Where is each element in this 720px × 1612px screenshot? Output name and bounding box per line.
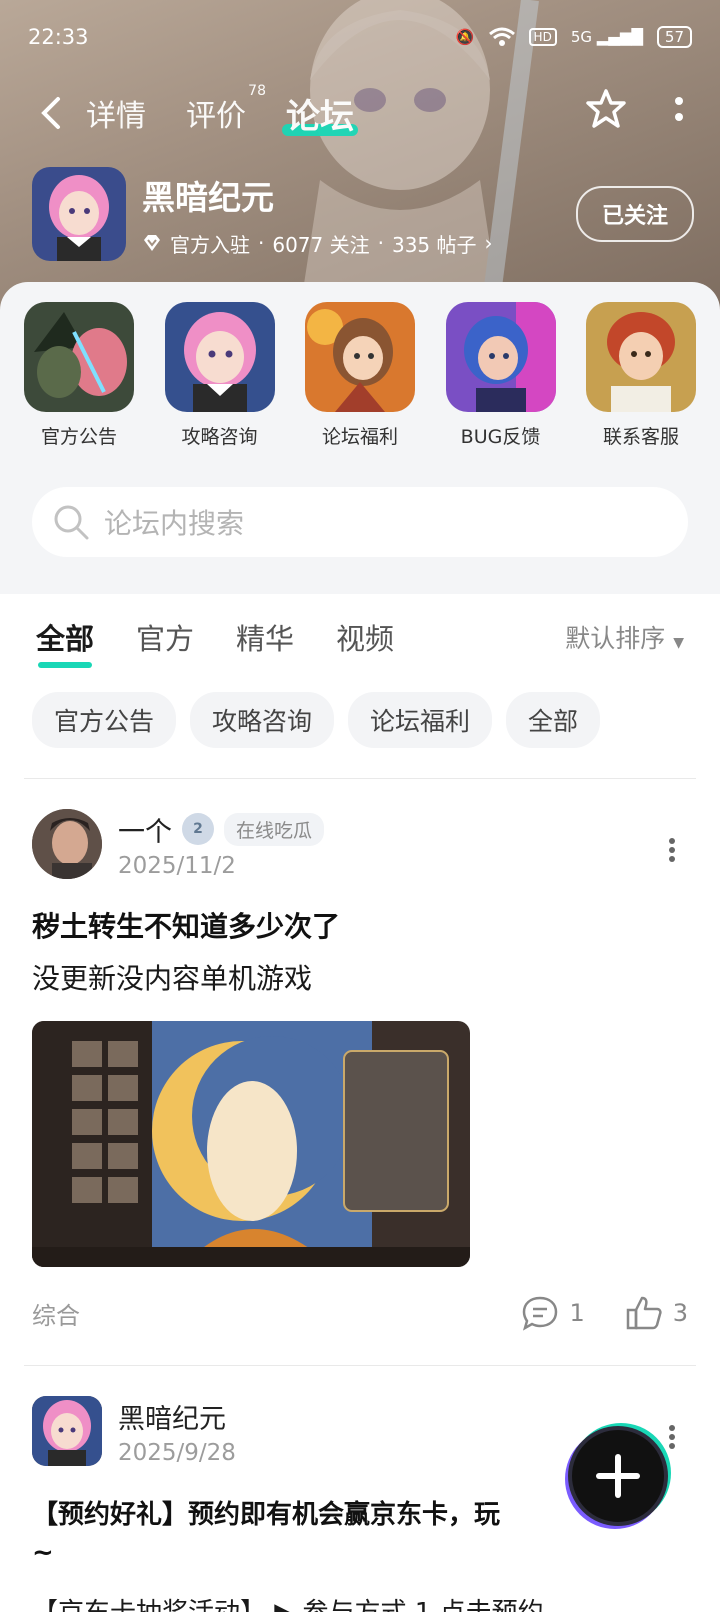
post-author[interactable]: 黑暗纪元 (118, 1397, 226, 1436)
separator-dot: · (377, 231, 384, 255)
level-badge-icon: 2 (182, 813, 214, 845)
category-announcements[interactable]: 官方公告 (24, 302, 134, 449)
game-summary: 黑暗纪元 官方入驻 · 6077 关注 · 335 帖子 › 已关注 (32, 167, 694, 261)
search-placeholder: 论坛内搜索 (104, 507, 245, 540)
followers-count: 6077 关注 (272, 232, 370, 257)
network-label: 5G (570, 28, 592, 46)
status-bar: 22:33 🔕 HD 5G ▂▄▆█ 57 (28, 20, 692, 54)
category-label: 官方公告 (40, 426, 117, 448)
posts-count: 335 帖子 (391, 232, 477, 257)
official-verified-icon (144, 235, 160, 251)
category-support[interactable]: 联系客服 (586, 302, 696, 449)
category-image (164, 302, 275, 412)
battery-icon: 57 (656, 26, 692, 48)
follow-button[interactable]: 已关注 (575, 186, 694, 242)
chip-announcements[interactable]: 官方公告 (32, 692, 177, 748)
chip-welfare[interactable]: 论坛福利 (348, 692, 493, 748)
search-icon (54, 505, 89, 540)
game-name: 黑暗纪元 (142, 177, 274, 217)
game-icon[interactable] (32, 167, 126, 261)
thumbs-up-icon (626, 1296, 662, 1330)
feed-tabs: 全部 官方 精华 视频 默认排序 ▼ (0, 594, 720, 668)
mute-icon: 🔕 (455, 28, 475, 46)
create-post-button[interactable] (568, 1426, 668, 1526)
category-image (305, 302, 415, 412)
post-date: 2025/11/2 (118, 852, 236, 879)
tab-reviews[interactable]: 评价 78 (186, 83, 266, 135)
category-label: BUG反馈 (460, 426, 541, 448)
post-category-tag[interactable]: 综合 (32, 1296, 481, 1331)
post-more-icon[interactable] (668, 1424, 676, 1450)
chip-guides[interactable]: 攻略咨询 (190, 692, 335, 748)
category-guides[interactable]: 攻略咨询 (164, 302, 275, 449)
post-more-icon[interactable] (668, 837, 676, 863)
tab-reviews-label: 评价 (186, 99, 246, 134)
wifi-icon (488, 27, 515, 46)
tab-forum-label: 论坛 (286, 96, 354, 137)
category-welfare[interactable]: 论坛福利 (305, 302, 415, 449)
sort-label: 默认排序 (565, 624, 666, 653)
feed-tab-featured[interactable]: 精华 (236, 616, 294, 658)
hd-icon: HD (528, 28, 557, 46)
top-nav: 详情 评价 78 论坛 (0, 80, 720, 146)
category-image (586, 302, 696, 412)
game-meta[interactable]: 官方入驻 · 6077 关注 · 335 帖子 › (142, 229, 576, 258)
user-title-badge: 在线吃瓜 (224, 812, 325, 846)
post-title-continuation: ~ (32, 1538, 54, 1568)
separator-dot: · (258, 231, 265, 255)
tab-details[interactable]: 详情 (86, 91, 146, 135)
category-image (24, 302, 134, 412)
post-card[interactable]: 一个 2 在线吃瓜 2025/11/2 秽土转生不知道多少次了 没更新没内容单机… (0, 779, 720, 1331)
battery-level: 57 (664, 28, 684, 46)
category-bug-report[interactable]: BUG反馈 (445, 302, 556, 449)
star-badge-icon[interactable] (584, 88, 628, 132)
user-level: 2 (193, 821, 203, 837)
chip-all[interactable]: 全部 (506, 692, 601, 748)
caret-down-icon: ▼ (673, 635, 684, 651)
category-label: 论坛福利 (321, 426, 398, 448)
comment-button[interactable]: 1 (521, 1295, 585, 1331)
feed-tab-official[interactable]: 官方 (136, 616, 194, 658)
sort-dropdown[interactable]: 默认排序 ▼ (565, 619, 684, 655)
category-image (445, 302, 556, 412)
forum-header: 22:33 🔕 HD 5G ▂▄▆█ 57 详情 评价 78 论坛 黑暗纪元 官方… (0, 0, 720, 310)
feed-tab-video[interactable]: 视频 (336, 616, 394, 658)
category-label: 联系客服 (602, 426, 679, 448)
official-label: 官方入驻 (170, 232, 250, 257)
category-label: 攻略咨询 (181, 426, 258, 448)
reviews-count: 78 (248, 83, 266, 99)
tab-details-label: 详情 (86, 99, 146, 134)
post-author[interactable]: 一个 (118, 810, 172, 849)
post-image[interactable] (32, 1021, 470, 1267)
feed-tab-all[interactable]: 全部 (36, 616, 94, 668)
back-arrow-icon[interactable] (36, 95, 86, 131)
post-body: 没更新没内容单机游戏 (32, 962, 313, 995)
more-vertical-icon[interactable] (674, 95, 684, 125)
category-row: 官方公告 攻略咨询 论坛福利 BUG反馈 联系客服 (0, 282, 720, 449)
comment-icon (523, 1296, 558, 1331)
avatar[interactable] (32, 1396, 102, 1466)
avatar[interactable] (32, 809, 102, 879)
post-date: 2025/9/28 (118, 1439, 236, 1466)
like-count: 3 (672, 1299, 688, 1327)
post-title: 秽土转生不知道多少次了 (32, 910, 341, 943)
search-input[interactable]: 论坛内搜索 (32, 487, 688, 557)
plus-icon (596, 1454, 640, 1498)
post-title-line: 【预约好礼】预约即有机会赢京东卡，玩 (32, 1500, 501, 1530)
chevron-right-icon: › (484, 231, 493, 255)
status-time: 22:33 (28, 25, 89, 49)
signal-icon: 5G ▂▄▆█ (570, 28, 643, 46)
like-button[interactable]: 3 (625, 1295, 688, 1331)
comment-count: 1 (569, 1299, 585, 1327)
post-body: 【京东卡抽奖活动】 ▶ 参与方式 1.点击预约 (32, 1592, 688, 1612)
tab-forum[interactable]: 论坛 (282, 89, 358, 138)
filter-chips: 官方公告 攻略咨询 论坛福利 全部 (0, 658, 720, 748)
